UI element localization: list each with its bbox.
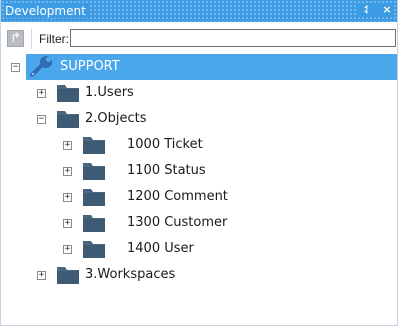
expand-toggle[interactable]: + [37,89,46,98]
tree-node-label: 1200 Comment [127,189,228,204]
folder-icon [83,241,105,258]
redirect-arrow-icon: ↱ [10,31,21,46]
tree-node-status[interactable]: + 1100 Status [1,158,397,184]
tree-node-comment[interactable]: + 1200 Comment [1,184,397,210]
tree-node-label: SUPPORT [60,59,120,74]
close-icon[interactable]: × [381,3,393,17]
development-panel: Development ⥑ × ↱ Filter: − SUPPORT + 1.… [0,0,398,326]
filter-input[interactable] [70,29,396,47]
folder-icon [83,189,105,206]
panel-title: Development [5,4,90,18]
expand-toggle[interactable]: + [63,245,72,254]
tree-node-support[interactable]: − SUPPORT [1,54,397,80]
tree-node-user[interactable]: + 1400 User [1,236,397,262]
collapse-toggle[interactable]: − [37,115,46,124]
tree-node-label: 1400 User [127,241,194,256]
tree-node-ticket[interactable]: + 1000 Ticket [1,132,397,158]
folder-icon [83,163,105,180]
folder-icon [83,215,105,232]
toolbar: ↱ Filter: [1,27,397,51]
title-buttons: ⥑ × [357,3,393,17]
navigate-button[interactable]: ↱ [7,30,24,47]
filter-label: Filter: [39,32,69,46]
tree-node-workspaces[interactable]: + 3.Workspaces [1,262,397,288]
tree-node-users[interactable]: + 1.Users [1,80,397,106]
expand-toggle[interactable]: + [63,193,72,202]
tree-node-objects[interactable]: − 2.Objects [1,106,397,132]
folder-icon [57,111,79,128]
tree-node-customer[interactable]: + 1300 Customer [1,210,397,236]
expand-toggle[interactable]: + [63,167,72,176]
title-bar[interactable]: Development ⥑ × [1,0,397,22]
tree-node-label: 1000 Ticket [127,137,203,152]
collapse-toggle[interactable]: − [11,63,20,72]
expand-toggle[interactable]: + [37,271,46,280]
tree-node-label: 2.Objects [85,111,147,126]
toolbar-separator [31,29,32,49]
tree-node-label: 3.Workspaces [85,267,176,282]
folder-icon [57,85,79,102]
folder-icon [83,137,105,154]
expand-toggle[interactable]: + [63,219,72,228]
tree-node-label: 1.Users [85,85,134,100]
expand-toggle[interactable]: + [63,141,72,150]
pin-icon[interactable]: ⥑ [361,3,373,17]
folder-icon [57,267,79,284]
wrench-icon [30,56,52,77]
tree-node-label: 1100 Status [127,163,206,178]
tree-node-label: 1300 Customer [127,215,228,230]
